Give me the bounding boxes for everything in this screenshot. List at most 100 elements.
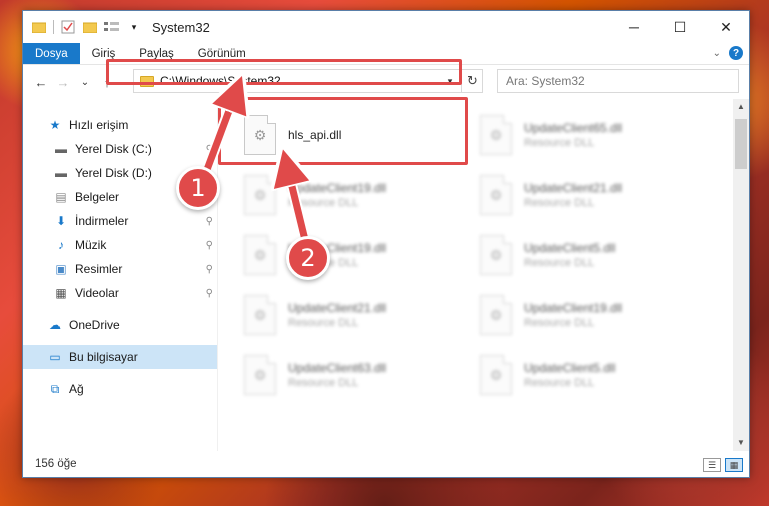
pin-icon[interactable]: ⚲ [206, 144, 213, 155]
details-view-icon[interactable]: ☰ [703, 458, 721, 472]
window-title: System32 [152, 19, 210, 35]
sidebar-item-music[interactable]: ♪ Müzik ⚲ [23, 233, 217, 257]
computer-icon: ▭ [49, 350, 61, 364]
new-folder-icon[interactable] [82, 19, 98, 35]
sidebar-item-label: Ağ [69, 382, 84, 396]
dll-file-icon: ⚙ [244, 175, 276, 215]
sidebar-item-label: Yerel Disk (D:) [75, 166, 152, 180]
dll-file-icon: ⚙ [480, 115, 512, 155]
sidebar-item-label: İndirmeler [75, 214, 129, 228]
pin-icon[interactable]: ⚲ [206, 240, 213, 251]
file-name: UpdateClient19.dll [524, 301, 623, 315]
expand-ribbon-icon[interactable]: ⌄ [713, 48, 721, 59]
up-button[interactable]: ↑ [99, 75, 115, 90]
file-item[interactable]: ⚙ UpdateClient19.dllResource DLL [244, 231, 464, 279]
ribbon-tabs: Dosya Giriş Paylaş Görünüm ⌄ ? [23, 43, 749, 65]
sidebar-item-local-disk-c[interactable]: ▬ Yerel Disk (C:) ⚲ [23, 137, 217, 161]
dll-file-icon: ⚙ [480, 175, 512, 215]
file-type: Resource DLL [288, 317, 359, 329]
scrollbar-thumb[interactable] [735, 119, 747, 169]
refresh-button[interactable]: ↻ [461, 69, 483, 93]
file-item-hls-api[interactable]: ⚙ hls_api.dll [244, 111, 464, 159]
file-type: Resource DLL [524, 137, 595, 149]
file-type: Resource DLL [288, 197, 359, 209]
pin-icon[interactable]: ⚲ [206, 264, 213, 275]
sidebar-item-network[interactable]: ⧉ Ağ [23, 377, 217, 401]
explorer-window: ▾ System32 ─ ☐ ✕ Dosya Giriş Paylaş Görü… [22, 10, 750, 478]
dll-file-icon: ⚙ [244, 235, 276, 275]
tab-share[interactable]: Paylaş [127, 43, 186, 64]
file-type: Resource DLL [524, 317, 595, 329]
callout-1: 1 [176, 166, 220, 210]
download-icon: ⬇ [55, 214, 67, 228]
customize-toolbar-icon[interactable]: ▾ [126, 19, 142, 35]
file-type: Resource DLL [288, 377, 359, 389]
file-item[interactable]: ⚙ UpdateClient5.dll Resource DLL [480, 231, 700, 279]
address-bar[interactable]: C:\Windows\System32 ▾ [133, 69, 483, 93]
file-item[interactable]: ⚙ UpdateClient65.dll Resource DLL [480, 111, 700, 159]
tiles-view-icon[interactable]: ▦ [725, 458, 743, 472]
folder-icon [140, 75, 154, 87]
sidebar-item-label: Müzik [75, 238, 107, 252]
minimize-button[interactable]: ─ [611, 11, 657, 43]
videos-icon: ▦ [55, 286, 67, 300]
file-item[interactable]: ⚙ UpdateClient21.dll Resource DLL [480, 171, 700, 219]
sidebar-item-this-pc[interactable]: ▭ Bu bilgisayar [23, 345, 217, 369]
file-item[interactable]: ⚙ UpdateClient19.dllResource DLL [480, 291, 700, 339]
sidebar-item-videos[interactable]: ▦ Videolar ⚲ [23, 281, 217, 305]
drive-icon: ▬ [55, 142, 67, 156]
documents-icon: ▤ [55, 190, 67, 204]
file-type: Resource DLL [524, 377, 595, 389]
folder-icon[interactable] [31, 19, 47, 35]
properties-icon[interactable] [60, 19, 76, 35]
dll-file-icon: ⚙ [480, 355, 512, 395]
maximize-button[interactable]: ☐ [657, 11, 703, 43]
sidebar-item-label: Belgeler [75, 190, 120, 204]
file-item[interactable]: ⚙ UpdateClient21.dll Resource DLL [244, 291, 464, 339]
sidebar-item-onedrive[interactable]: ☁ OneDrive [23, 313, 217, 337]
sidebar-item-quick-access[interactable]: ★ Hızlı erişim [23, 113, 217, 137]
content-area: ★ Hızlı erişim ▬ Yerel Disk (C:) ⚲ ▬ Yer… [23, 99, 749, 451]
ribbon-right-controls: ⌄ ? [713, 46, 743, 60]
network-icon: ⧉ [50, 381, 60, 396]
search-input[interactable]: Ara: System32 [497, 69, 739, 93]
file-name: UpdateClient5.dll [524, 241, 616, 255]
navigation-bar: ← → ⌄ ↑ C:\Windows\System32 ▾ ↻ Ara: Sys… [23, 65, 749, 99]
tab-home[interactable]: Giriş [80, 43, 128, 64]
file-item[interactable]: ⚙ UpdateClient19.dll Resource DLL [244, 171, 464, 219]
scroll-up-icon[interactable]: ▲ [733, 99, 749, 115]
quick-access-toolbar: ▾ [23, 19, 142, 35]
pin-icon[interactable]: ⚲ [206, 216, 213, 227]
forward-button[interactable]: → [55, 75, 71, 90]
view-toggle: ☰ ▦ [703, 458, 743, 472]
address-dropdown-icon[interactable]: ▾ [440, 76, 460, 87]
sidebar-item-downloads[interactable]: ⬇ İndirmeler ⚲ [23, 209, 217, 233]
sidebar-item-pictures[interactable]: ▣ Resimler ⚲ [23, 257, 217, 281]
help-icon[interactable]: ? [729, 46, 743, 60]
sidebar-item-label: Bu bilgisayar [69, 350, 138, 364]
recent-locations-button[interactable]: ⌄ [77, 77, 93, 88]
scroll-down-icon[interactable]: ▼ [733, 435, 749, 451]
file-name: UpdateClient19.dll [288, 181, 387, 195]
close-button[interactable]: ✕ [703, 11, 749, 43]
pictures-icon: ▣ [55, 262, 67, 276]
title-bar: ▾ System32 ─ ☐ ✕ [23, 11, 749, 43]
sidebar-item-label: Resimler [75, 262, 123, 276]
nav-buttons: ← → ⌄ ↑ [23, 75, 133, 90]
view-options-icon[interactable] [104, 19, 120, 35]
dll-file-icon: ⚙ [480, 235, 512, 275]
vertical-scrollbar[interactable]: ▲ ▼ [733, 99, 749, 451]
dll-file-icon: ⚙ [244, 115, 276, 155]
tab-view[interactable]: Görünüm [186, 43, 258, 64]
pin-icon[interactable]: ⚲ [206, 288, 213, 299]
file-name: UpdateClient21.dll [288, 301, 387, 315]
file-name: hls_api.dll [288, 128, 342, 142]
address-path[interactable]: C:\Windows\System32 [160, 74, 440, 88]
sidebar-item-label: Hızlı erişim [69, 118, 129, 132]
tab-file[interactable]: Dosya [23, 43, 80, 64]
navigation-pane: ★ Hızlı erişim ▬ Yerel Disk (C:) ⚲ ▬ Yer… [23, 99, 217, 451]
music-icon: ♪ [58, 238, 64, 252]
file-item[interactable]: ⚙ UpdateClient5.dll Resource DLL [480, 351, 700, 399]
back-button[interactable]: ← [33, 75, 49, 90]
file-item[interactable]: ⚙ UpdateClient63.dll Resource DLL [244, 351, 464, 399]
